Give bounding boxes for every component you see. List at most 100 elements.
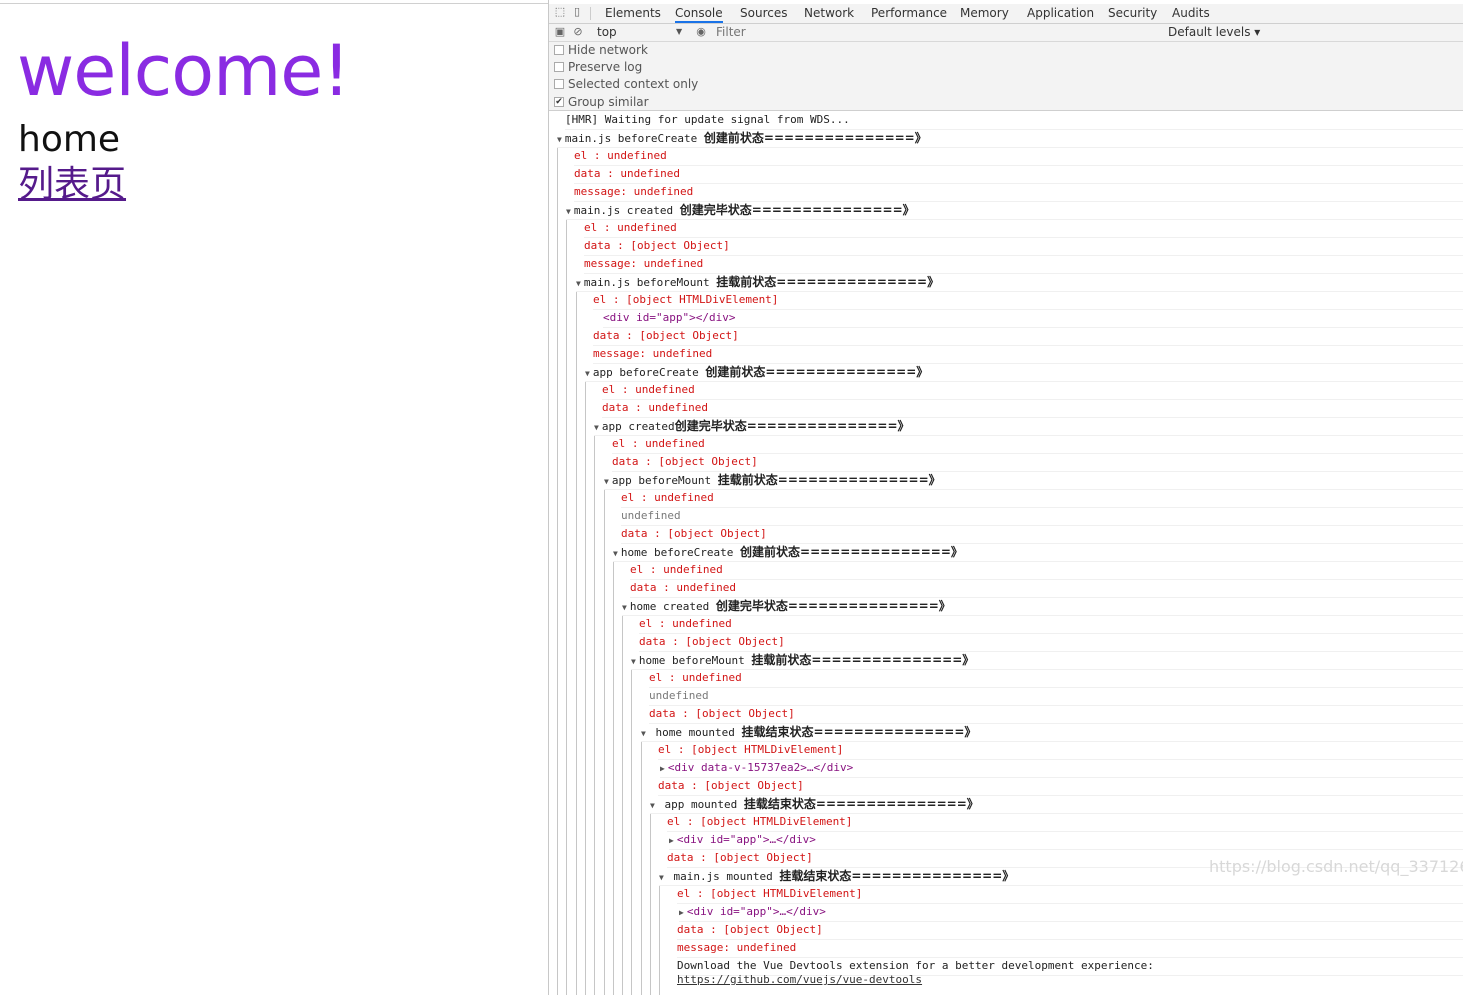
console-group-header[interactable]: ▼ app beforeMount 挂载前状态===============》	[604, 471, 1463, 490]
expand-triangle-icon[interactable]: ▼	[613, 549, 618, 558]
clear-console-icon[interactable]: ⊘	[572, 26, 584, 38]
group-label: home beforeCreate	[620, 546, 741, 559]
log-levels-select[interactable]: Default levels ▾	[1168, 25, 1260, 39]
group-label: main.js beforeMount	[583, 276, 717, 289]
expand-triangle-icon[interactable]: ▼	[650, 801, 655, 810]
group-state: 挂载结束状态===============》	[741, 725, 977, 739]
expand-triangle-icon[interactable]: ▼	[622, 603, 627, 612]
eye-icon[interactable]: ◉	[695, 26, 707, 38]
console-log-line: data : [object Object]	[649, 705, 1463, 724]
setting-hide-network[interactable]: Hide network	[554, 42, 648, 58]
console-log-line: el : [object HTMLDivElement]	[593, 291, 1463, 310]
device-toolbar-icon[interactable]: ▯	[571, 6, 583, 18]
expand-triangle-icon[interactable]: ▶	[669, 836, 674, 845]
expand-triangle-icon[interactable]: ▼	[659, 873, 664, 882]
console-group-header[interactable]: ▼ home beforeCreate 创建前状态===============》	[613, 543, 1463, 562]
expand-triangle-icon[interactable]: ▶	[660, 764, 665, 773]
tab-console[interactable]: Console	[675, 6, 723, 23]
expand-triangle-icon[interactable]: ▼	[576, 279, 581, 288]
tab-security[interactable]: Security	[1108, 6, 1157, 20]
console-log-line: el : undefined	[584, 219, 1463, 238]
expand-triangle-icon[interactable]: ▼	[557, 135, 562, 144]
group-label: home mounted	[648, 726, 742, 739]
console-group-header[interactable]: ▼ app mounted 挂载结束状态===============》	[650, 795, 1463, 814]
group-label: home beforeMount	[638, 654, 752, 667]
checkbox[interactable]	[554, 78, 564, 89]
expand-triangle-icon[interactable]: ▼	[594, 423, 599, 432]
console-log-line: el : undefined	[649, 669, 1463, 688]
console-group-header[interactable]: ▼ home mounted 挂载结束状态===============》	[641, 723, 1463, 742]
console-log-line: data : [object Object]	[612, 453, 1463, 472]
console-dom-node[interactable]: ▶ <div data-v-15737ea2>…</div>	[660, 759, 1463, 778]
console-log-line: el : undefined	[602, 381, 1463, 400]
context-select[interactable]: top	[597, 25, 617, 39]
group-state: 创建前状态===============》	[703, 131, 927, 145]
expand-triangle-icon[interactable]: ▼	[566, 207, 571, 216]
setting-label: Group similar	[568, 95, 649, 109]
checkbox-checked[interactable]: ✔	[554, 96, 564, 107]
tab-performance[interactable]: Performance	[871, 6, 947, 20]
expand-triangle-icon[interactable]: ▼	[631, 657, 636, 666]
inspect-element-icon[interactable]: ⬚	[554, 6, 566, 18]
setting-selected-context[interactable]: Selected context only	[554, 76, 698, 92]
log-text: data : undefined	[574, 167, 680, 180]
console-log-line: el : [object HTMLDivElement]	[658, 741, 1463, 760]
console-log-line: [HMR] Waiting for update signal from WDS…	[565, 111, 1463, 130]
filter-input[interactable]	[716, 25, 1156, 39]
log-text: data : [object Object]	[621, 527, 767, 540]
console-settings: Hide network Preserve log Selected conte…	[549, 42, 1463, 111]
setting-group-similar[interactable]: ✔ Group similar	[554, 94, 649, 110]
tab-elements[interactable]: Elements	[605, 6, 661, 20]
dom-node-text: <div data-v-15737ea2>…</div>	[667, 761, 854, 774]
group-guide-line	[576, 291, 577, 995]
console-log-line: data : [object Object]	[677, 921, 1463, 940]
tab-network[interactable]: Network	[804, 6, 854, 20]
console-group-header[interactable]: ▼ main.js created 创建完毕状态===============》	[566, 201, 1463, 220]
group-state: 挂载前状态===============》	[717, 473, 941, 487]
console-log-line: undefined	[621, 507, 1463, 526]
console-log-line: data : undefined	[602, 399, 1463, 418]
console-dom-node[interactable]: ▶ <div id="app">…</div>	[669, 831, 1463, 850]
tab-sources[interactable]: Sources	[740, 6, 787, 20]
tab-audits[interactable]: Audits	[1172, 6, 1210, 20]
console-dom-node[interactable]: <div id="app"></div>	[603, 309, 1463, 328]
expand-triangle-icon[interactable]: ▶	[679, 908, 684, 917]
dom-node-text: <div id="app">…</div>	[676, 833, 816, 846]
log-text: undefined	[649, 689, 709, 702]
checkbox[interactable]	[554, 44, 564, 55]
chevron-down-icon[interactable]: ▼	[676, 27, 682, 36]
log-text: data : [object Object]	[649, 707, 795, 720]
group-state: 创建前状态===============》	[740, 545, 963, 559]
devtools-link[interactable]: https://github.com/vuejs/vue-devtools	[677, 973, 922, 986]
expand-triangle-icon[interactable]: ▼	[641, 729, 646, 738]
console-group-header[interactable]: ▼ home created 创建完毕状态===============》	[622, 597, 1463, 616]
devtools-tabbar: ⬚ ▯ Elements Console Sources Network Per…	[549, 4, 1463, 24]
log-text: data : [object Object]	[593, 329, 739, 342]
console-group-header[interactable]: ▼ main.js beforeMount 挂载前状态==============…	[576, 273, 1463, 292]
app-page: welcome! home 列表页	[0, 0, 548, 995]
expand-triangle-icon[interactable]: ▼	[604, 477, 609, 486]
list-page-link[interactable]: 列表页	[18, 163, 126, 207]
tab-memory[interactable]: Memory	[960, 6, 1009, 20]
console-group-header[interactable]: ▼ home beforeMount 挂载前状态===============》	[631, 651, 1463, 670]
setting-preserve-log[interactable]: Preserve log	[554, 59, 642, 75]
expand-triangle-icon[interactable]: ▼	[585, 369, 590, 378]
console-group-header[interactable]: ▼ app beforeCreate 创建前状态===============》	[585, 363, 1463, 382]
console-log-line: data : [object Object]	[593, 327, 1463, 346]
console-link[interactable]: https://github.com/vuejs/vue-devtools	[677, 971, 1463, 989]
group-guide-line	[622, 615, 623, 995]
tab-application[interactable]: Application	[1027, 6, 1094, 20]
console-group-header[interactable]: ▼ app created创建完毕状态===============》	[594, 417, 1463, 436]
group-state: 挂载结束状态===============》	[779, 869, 1015, 883]
tab-separator	[590, 7, 591, 20]
console-log-line: el : undefined	[612, 435, 1463, 454]
group-state: 挂载前状态===============》	[716, 275, 940, 289]
log-text: el : [object HTMLDivElement]	[593, 293, 779, 306]
checkbox[interactable]	[554, 61, 564, 72]
group-label: app beforeCreate	[592, 366, 706, 379]
console-filter-bar: ▣ ⊘ top ▼ ◉ Default levels ▾	[549, 24, 1463, 42]
log-text: el : undefined	[630, 563, 723, 576]
console-dom-node[interactable]: ▶ <div id="app">…</div>	[679, 903, 1463, 922]
sidebar-toggle-icon[interactable]: ▣	[554, 26, 566, 38]
console-group-header[interactable]: ▼ main.js beforeCreate 创建前状态=============…	[557, 129, 1463, 148]
